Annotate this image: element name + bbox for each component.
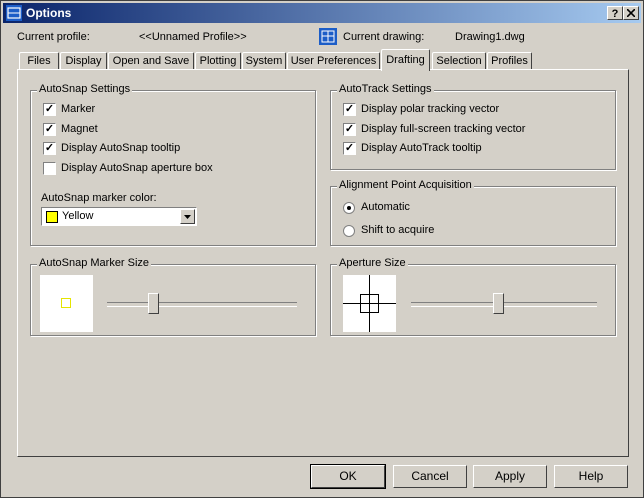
autosnap-settings-group: AutoSnap Settings ✓ Marker ✓ Magnet ✓ Di… xyxy=(30,83,316,246)
current-profile-label: Current profile: xyxy=(17,31,90,43)
marker-size-slider[interactable] xyxy=(148,293,160,314)
magnet-label: Magnet xyxy=(61,123,98,135)
magnet-checkbox[interactable]: ✓ xyxy=(43,123,56,136)
current-profile-value: <<Unnamed Profile>> xyxy=(139,31,247,43)
autotrack-tooltip-label: Display AutoTrack tooltip xyxy=(361,142,482,154)
shift-to-acquire-radio[interactable] xyxy=(343,225,355,237)
marker-size-preview xyxy=(40,275,93,332)
marker-checkbox[interactable]: ✓ xyxy=(43,103,56,116)
marker-color-select[interactable]: Yellow xyxy=(41,207,197,226)
chevron-down-icon xyxy=(184,215,191,219)
current-drawing-label: Current drawing: xyxy=(343,31,425,43)
title-bar[interactable]: Options ? xyxy=(3,3,641,23)
shift-to-acquire-label: Shift to acquire xyxy=(361,224,435,236)
polar-tracking-checkbox[interactable]: ✓ xyxy=(343,103,356,116)
aperture-size-preview xyxy=(343,275,396,332)
tab-drafting[interactable]: Drafting xyxy=(381,49,430,71)
automatic-radio[interactable] xyxy=(343,202,355,214)
autosnap-tooltip-label: Display AutoSnap tooltip xyxy=(61,142,181,154)
help-title-button[interactable]: ? xyxy=(607,6,623,20)
aperture-box-checkbox[interactable] xyxy=(43,162,56,175)
drafting-panel: AutoSnap Settings ✓ Marker ✓ Magnet ✓ Di… xyxy=(17,69,629,457)
automatic-label: Automatic xyxy=(361,201,410,213)
help-button[interactable]: Help xyxy=(554,465,628,488)
fullscreen-tracking-label: Display full-screen tracking vector xyxy=(361,123,526,135)
autosnap-tooltip-checkbox[interactable]: ✓ xyxy=(43,142,56,155)
marker-color-value: Yellow xyxy=(62,210,94,222)
tab-profiles[interactable]: Profiles xyxy=(487,52,532,70)
tab-user-preferences[interactable]: User Preferences xyxy=(287,52,380,70)
aperture-size-title: Aperture Size xyxy=(337,257,408,269)
aperture-size-group: Aperture Size xyxy=(330,257,616,336)
drawing-icon xyxy=(319,28,337,45)
marker-size-title: AutoSnap Marker Size xyxy=(37,257,152,269)
autotrack-settings-title: AutoTrack Settings xyxy=(337,83,434,95)
autocad-app-icon xyxy=(6,5,22,21)
marker-size-group: AutoSnap Marker Size xyxy=(30,257,316,336)
window-title: Options xyxy=(26,6,72,20)
tab-open-and-save[interactable]: Open and Save xyxy=(108,52,194,70)
marker-color-label: AutoSnap marker color: xyxy=(41,192,157,204)
marker-size-track xyxy=(107,302,297,307)
tab-files[interactable]: Files xyxy=(19,52,59,70)
fullscreen-tracking-checkbox[interactable]: ✓ xyxy=(343,123,356,136)
tab-plotting[interactable]: Plotting xyxy=(195,52,241,70)
alignment-acquisition-group: Alignment Point Acquisition Automatic Sh… xyxy=(330,179,616,246)
close-icon xyxy=(626,8,636,18)
current-drawing-value: Drawing1.dwg xyxy=(455,31,525,43)
marker-label: Marker xyxy=(61,103,96,115)
aperture-box-label: Display AutoSnap aperture box xyxy=(61,162,213,174)
close-title-button[interactable] xyxy=(623,6,639,20)
autotrack-tooltip-checkbox[interactable]: ✓ xyxy=(343,142,356,155)
tab-system[interactable]: System xyxy=(242,52,286,70)
autotrack-settings-group: AutoTrack Settings ✓ Display polar track… xyxy=(330,83,616,170)
ok-button[interactable]: OK xyxy=(310,464,386,489)
marker-preview-square xyxy=(61,298,71,308)
color-dropdown-button[interactable] xyxy=(180,209,195,224)
apply-button[interactable]: Apply xyxy=(473,465,547,488)
alignment-acquisition-title: Alignment Point Acquisition xyxy=(337,179,474,191)
polar-tracking-label: Display polar tracking vector xyxy=(361,103,500,115)
options-dialog: Options ? Current profile: <<Unnamed Pro… xyxy=(0,0,644,498)
crosshair-icon xyxy=(343,275,396,332)
cancel-button[interactable]: Cancel xyxy=(393,465,467,488)
autosnap-settings-title: AutoSnap Settings xyxy=(37,83,133,95)
tab-selection[interactable]: Selection xyxy=(432,52,486,70)
color-swatch xyxy=(46,211,58,223)
aperture-size-slider[interactable] xyxy=(493,293,505,314)
tab-display[interactable]: Display xyxy=(60,52,107,70)
